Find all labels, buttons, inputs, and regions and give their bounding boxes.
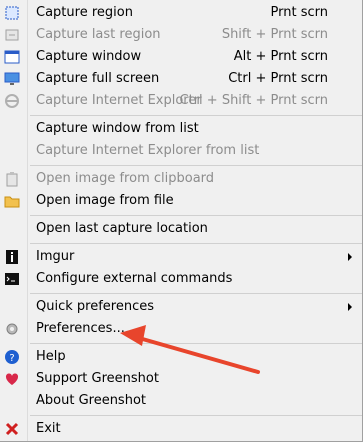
annotation-arrow: [120, 325, 260, 374]
